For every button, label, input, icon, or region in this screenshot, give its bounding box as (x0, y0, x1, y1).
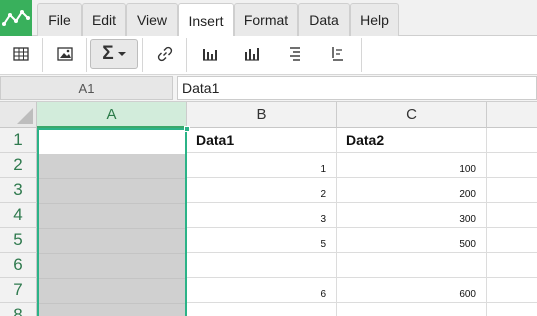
cell-d4[interactable] (487, 203, 537, 228)
row-header-7[interactable]: 7 (0, 278, 37, 303)
cell-b2[interactable]: 1 (187, 153, 337, 178)
row-header-8[interactable]: 8 (0, 303, 37, 316)
formula-input[interactable]: Data1 (177, 76, 537, 100)
cell-d2[interactable] (487, 153, 537, 178)
row-divider (37, 178, 187, 179)
row-header-1[interactable]: 1 (0, 128, 37, 153)
cell-d1[interactable] (487, 128, 537, 153)
row-header-5[interactable]: 5 (0, 228, 37, 253)
spreadsheet-app: { "menu": { "tabs": [ {"label": "File"},… (0, 0, 537, 316)
cell-b1[interactable]: Data1 (187, 128, 337, 153)
toolbar-separator (361, 38, 362, 72)
cell-d6[interactable] (487, 253, 537, 278)
image-icon[interactable] (50, 40, 80, 68)
app-logo-icon[interactable] (0, 0, 32, 36)
cell-b3[interactable]: 2 (187, 178, 337, 203)
cell-d8[interactable] (487, 303, 537, 316)
cell-c1[interactable]: Data2 (337, 128, 487, 153)
sparkline-icon[interactable] (195, 40, 225, 68)
column-header-c[interactable]: C (337, 102, 487, 128)
row-divider (37, 253, 187, 254)
toolbar-separator (42, 38, 43, 72)
cell-b4[interactable]: 3 (187, 203, 337, 228)
row-divider (37, 228, 187, 229)
row-divider (37, 203, 187, 204)
sort-icon[interactable] (322, 40, 352, 68)
column-header-b[interactable]: B (187, 102, 337, 128)
cell-c4[interactable]: 300 (337, 203, 487, 228)
text-align-icon[interactable] (280, 40, 310, 68)
cell-d7[interactable] (487, 278, 537, 303)
link-icon[interactable] (150, 40, 180, 68)
column-header-a[interactable]: A (37, 102, 187, 128)
row-header-6[interactable]: 6 (0, 253, 37, 278)
name-box[interactable]: A1 (0, 76, 173, 100)
toolbar-separator (142, 38, 143, 72)
cell-c5[interactable]: 500 (337, 228, 487, 253)
menu-tab-insert[interactable]: Insert (178, 3, 234, 37)
cell-c2[interactable]: 100 (337, 153, 487, 178)
cell-c3[interactable]: 200 (337, 178, 487, 203)
cell-a1[interactable] (39, 130, 185, 154)
sum-button[interactable]: Σ (90, 39, 138, 69)
spreadsheet-grid: A B C 1 2 3 4 5 6 7 8 Data1 Data2 1 100 … (0, 102, 537, 316)
menu-bar: File Edit View Insert Format Data Help (0, 0, 537, 37)
menu-tab-file[interactable]: File (37, 3, 82, 36)
table-icon[interactable] (6, 40, 36, 68)
menu-tab-data[interactable]: Data (298, 3, 350, 36)
row-header-4[interactable]: 4 (0, 203, 37, 228)
cell-b5[interactable]: 5 (187, 228, 337, 253)
cell-b6[interactable] (187, 253, 337, 278)
menu-tab-view[interactable]: View (126, 3, 178, 36)
toolbar-separator (86, 38, 87, 72)
toolbar: Σ (0, 36, 537, 75)
row-divider (37, 278, 187, 279)
fill-handle[interactable] (184, 126, 190, 132)
cell-c8[interactable] (337, 303, 487, 316)
formula-bar: A1 Data1 (0, 75, 537, 102)
select-all-corner[interactable] (0, 102, 37, 128)
row-header-3[interactable]: 3 (0, 178, 37, 203)
row-divider (37, 303, 187, 304)
toolbar-separator (186, 38, 187, 72)
cell-c7[interactable]: 600 (337, 278, 487, 303)
sum-icon: Σ (102, 43, 114, 64)
cell-d5[interactable] (487, 228, 537, 253)
menu-tab-format[interactable]: Format (234, 3, 298, 36)
menu-tab-help[interactable]: Help (350, 3, 399, 36)
chevron-down-icon (117, 52, 126, 56)
menu-tab-edit[interactable]: Edit (82, 3, 126, 36)
cell-d3[interactable] (487, 178, 537, 203)
row-header-2[interactable]: 2 (0, 153, 37, 178)
cell-b8[interactable] (187, 303, 337, 316)
column-header-d[interactable] (487, 102, 537, 128)
cell-b7[interactable]: 6 (187, 278, 337, 303)
sparkline-column-icon[interactable] (237, 40, 267, 68)
cell-c6[interactable] (337, 253, 487, 278)
